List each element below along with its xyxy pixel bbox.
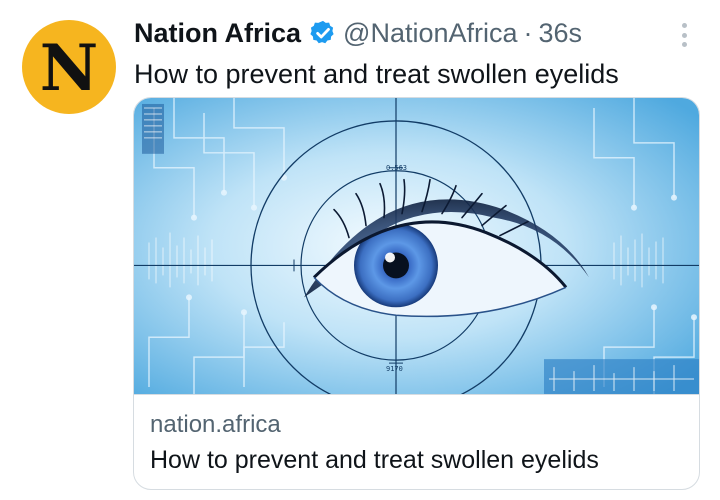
- card-image-eye-target[interactable]: 0.563 9170: [134, 98, 700, 395]
- image-readout-bottom: 9170: [386, 365, 403, 373]
- avatar-letter: N: [39, 31, 99, 106]
- avatar[interactable]: N: [22, 20, 116, 114]
- tweet-text: How to prevent and treat swollen eyelids: [134, 59, 619, 89]
- verified-badge-icon: [310, 20, 334, 44]
- separator-dot: ·: [523, 18, 533, 48]
- more-options-icon[interactable]: [676, 20, 692, 50]
- link-card[interactable]: 0.563 9170 nation.africa How to prevent …: [133, 97, 700, 490]
- card-title[interactable]: How to prevent and treat swollen eyelids: [150, 444, 599, 476]
- tweet-header: Nation Africa @NationAfrica · 36s: [134, 14, 582, 52]
- display-name[interactable]: Nation Africa: [134, 14, 301, 52]
- tweet[interactable]: N Nation Africa @NationAfrica · 36s How …: [0, 0, 720, 500]
- timestamp[interactable]: 36s: [539, 14, 583, 52]
- card-domain[interactable]: nation.africa: [150, 410, 281, 440]
- handle[interactable]: @NationAfrica: [343, 14, 517, 52]
- image-readout-top: 0.563: [386, 164, 407, 172]
